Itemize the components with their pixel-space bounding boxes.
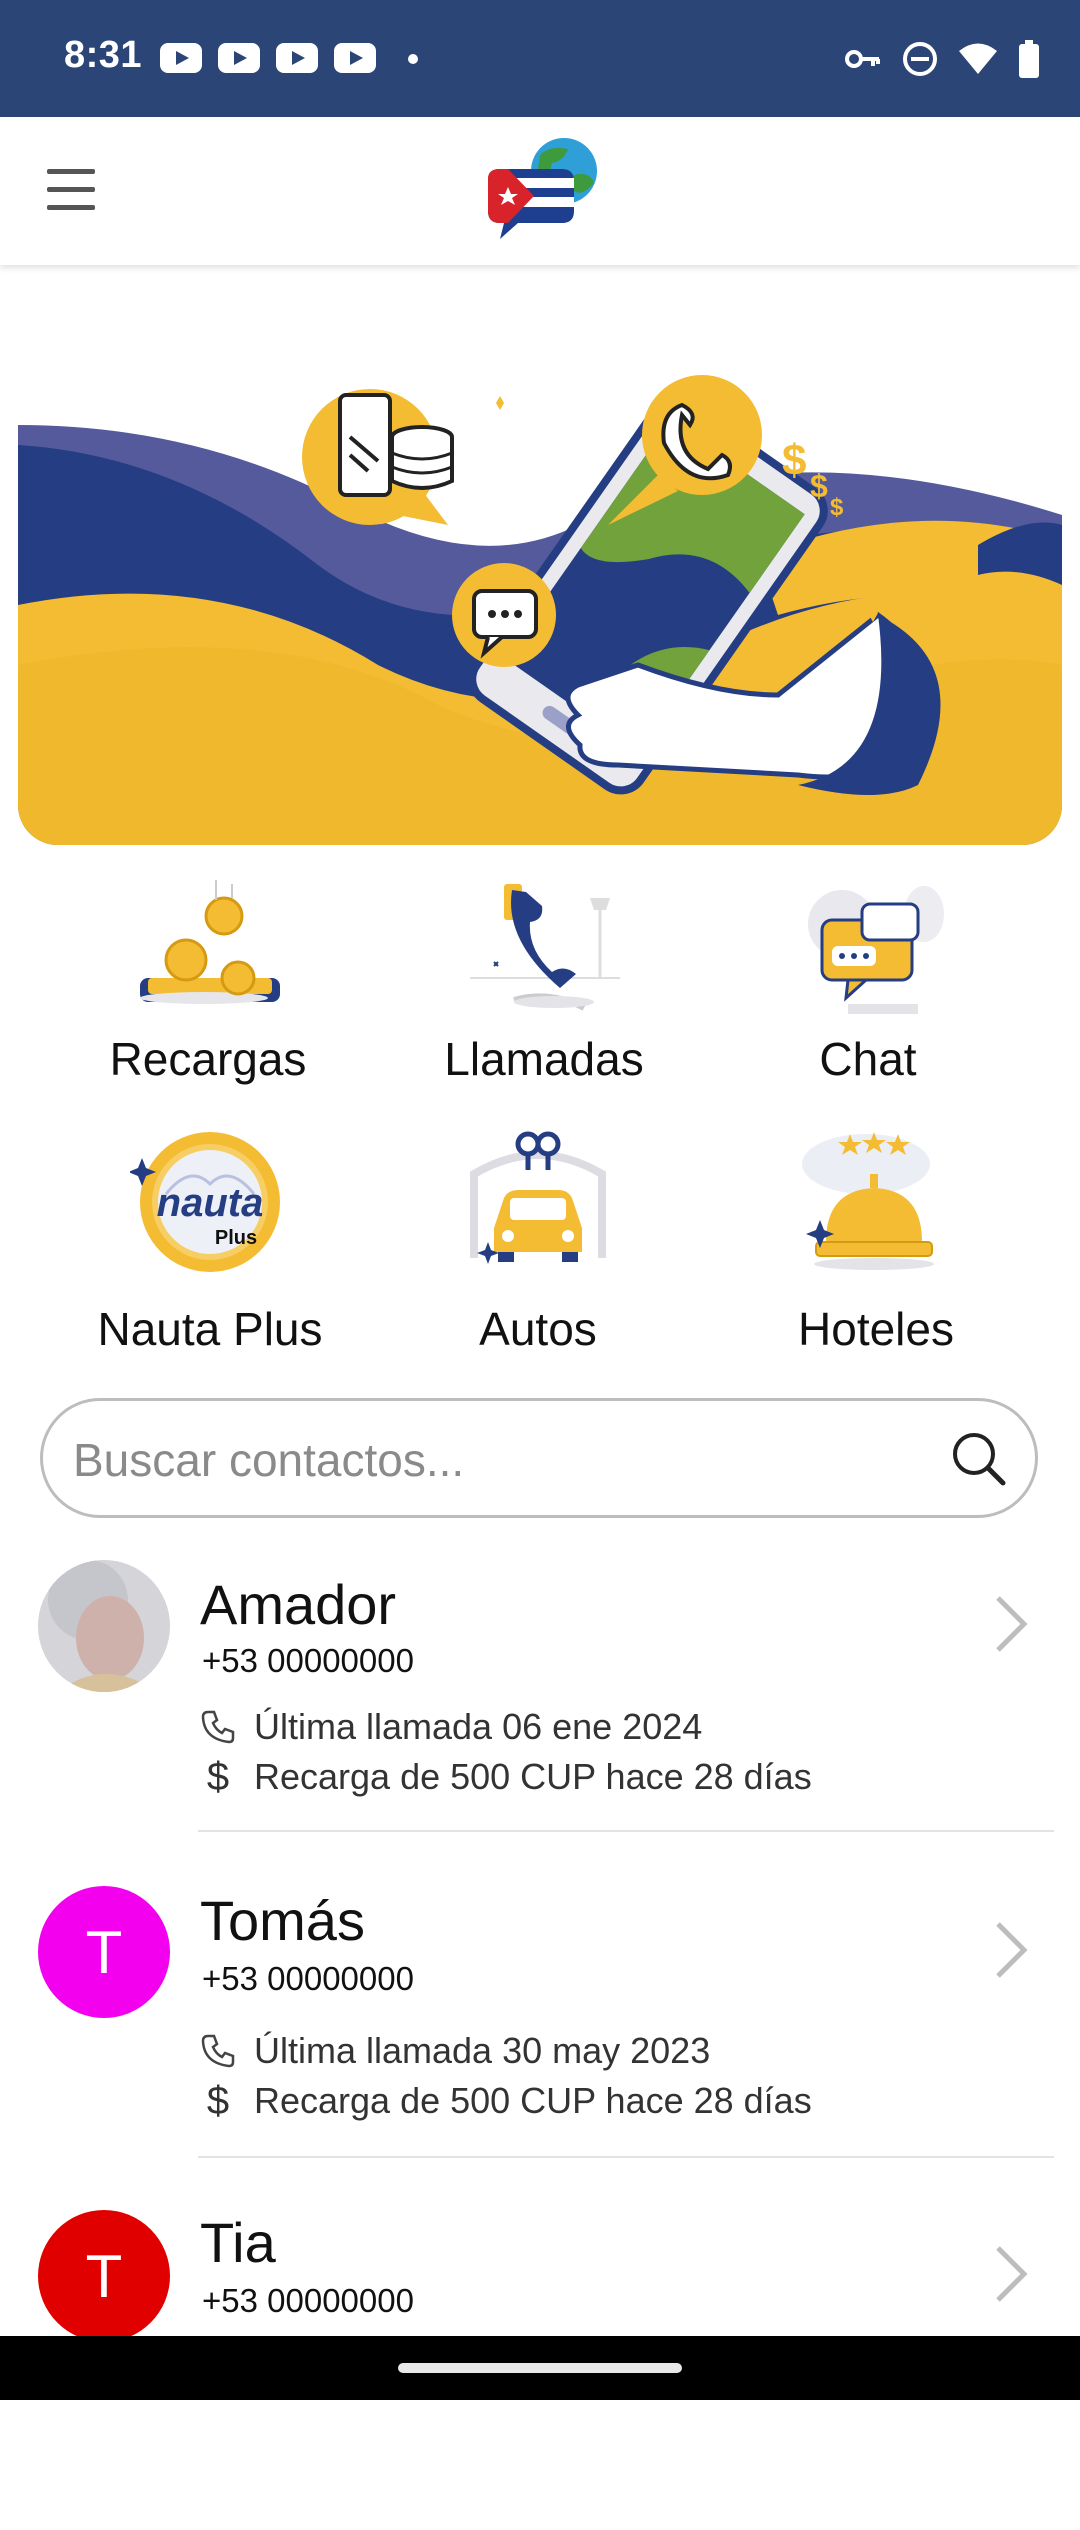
service-hoteles[interactable]: Hoteles — [736, 1124, 1016, 1364]
dollar-icon: $ — [206, 1754, 230, 1799]
coins-recharge-icon — [140, 880, 280, 1004]
car-keys-icon — [470, 1131, 606, 1264]
recharge-text: Recarga de 500 CUP hace 28 días — [254, 2080, 812, 2121]
contact-name: Tia — [200, 2211, 276, 2274]
contact-item[interactable]: Amador +53 00000000 Última llamada 06 en… — [0, 1560, 1080, 1880]
svg-text:$: $ — [810, 468, 828, 504]
home-gesture-handle[interactable] — [398, 2363, 682, 2373]
last-call-line: Última llamada 30 may 2023 — [200, 2030, 710, 2072]
youtube-icon — [334, 43, 376, 73]
svg-text:$: $ — [830, 494, 844, 521]
chevron-right-icon — [996, 2246, 1028, 2302]
avatar — [38, 1560, 170, 1692]
contact-phone: +53 00000000 — [202, 1960, 414, 1997]
contact-name: Amador — [200, 1573, 397, 1636]
nauta-badge-sub: Plus — [215, 1227, 257, 1249]
service-autos[interactable]: Autos — [398, 1124, 678, 1364]
phone-call-icon — [470, 884, 620, 1011]
battery-icon — [1019, 40, 1039, 78]
nauta-badge-text: nauta — [157, 1181, 264, 1225]
youtube-icon — [218, 43, 260, 73]
system-icons — [844, 38, 1040, 80]
nauta-plus-icon: nauta Plus — [130, 1132, 280, 1272]
hotel-bell-icon — [802, 1132, 934, 1270]
app-bar — [0, 117, 1080, 265]
service-chat[interactable]: Chat — [728, 870, 1008, 1110]
contact-phone: +53 00000000 — [202, 1642, 414, 1679]
cuba-flag-chat-logo[interactable] — [478, 135, 602, 249]
service-recargas[interactable]: Recargas — [68, 870, 348, 1110]
hamburger-menu-icon[interactable] — [44, 169, 98, 213]
service-label: Recargas — [109, 1033, 307, 1085]
last-call-line: Última llamada 06 ene 2024 — [200, 1706, 702, 1748]
notification-dot-icon — [408, 54, 418, 64]
youtube-icon — [276, 43, 318, 73]
status-time: 8:31 — [64, 34, 143, 76]
system-navigation-bar — [0, 2336, 1080, 2400]
dollar-icon: $ — [206, 2078, 230, 2123]
phone-icon — [200, 2033, 236, 2069]
contact-item[interactable]: T Tomás +53 00000000 Última llamada 30 m… — [0, 1886, 1080, 2206]
search-input[interactable] — [71, 1419, 955, 1501]
search-bar[interactable] — [40, 1398, 1038, 1518]
service-label: Llamadas — [444, 1033, 644, 1085]
contact-phone: +53 00000000 — [202, 2282, 414, 2319]
recharge-line: $ Recarga de 500 CUP hace 28 días — [200, 1754, 812, 1799]
recharge-line: $ Recarga de 500 CUP hace 28 días — [200, 2078, 812, 2123]
last-call-text: Última llamada 06 ene 2024 — [254, 1706, 703, 1747]
last-call-text: Última llamada 30 may 2023 — [254, 2030, 711, 2071]
service-label: Autos — [479, 1303, 597, 1355]
status-bar: 8:31 — [0, 0, 1080, 117]
phone-icon — [200, 1709, 236, 1745]
divider — [198, 2156, 1054, 2158]
hero-banner: $ $ $ — [18, 375, 1062, 845]
chat-bubbles-icon — [808, 886, 944, 1014]
service-llamadas[interactable]: Llamadas — [404, 870, 684, 1110]
do-not-disturb-icon — [903, 42, 937, 76]
avatar: T — [38, 2210, 170, 2342]
divider — [198, 1830, 1054, 1832]
service-nauta-plus[interactable]: nauta Plus Nauta Plus — [70, 1124, 350, 1364]
chevron-right-icon — [996, 1596, 1028, 1652]
chevron-right-icon — [996, 1922, 1028, 1978]
vpn-key-icon — [845, 50, 880, 68]
search-icon[interactable] — [951, 1431, 1007, 1487]
recharge-text: Recarga de 500 CUP hace 28 días — [254, 1756, 812, 1797]
service-label: Chat — [819, 1033, 917, 1085]
svg-text:$: $ — [782, 436, 806, 485]
service-label: Nauta Plus — [97, 1303, 323, 1355]
wifi-icon — [959, 43, 997, 74]
contact-name: Tomás — [200, 1889, 365, 1952]
avatar: T — [38, 1886, 170, 2018]
youtube-icon — [160, 43, 202, 73]
service-label: Hoteles — [798, 1303, 954, 1355]
